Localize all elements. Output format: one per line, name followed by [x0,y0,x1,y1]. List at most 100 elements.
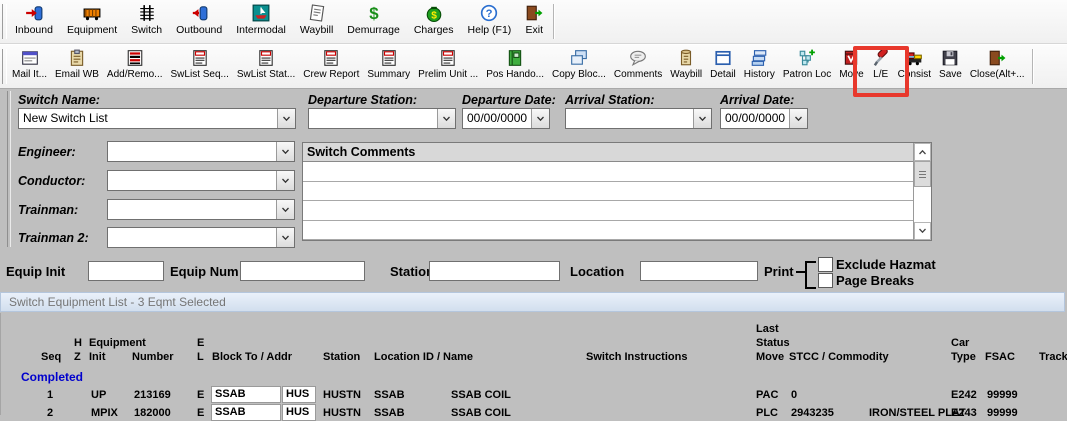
comments-scrollbar[interactable] [913,143,931,240]
thumb-grip-icon [919,170,926,178]
intermodal-button[interactable]: Intermodal [229,0,293,43]
add-remove-button[interactable]: Add/Remo... [103,45,167,88]
detail-button[interactable]: Detail [706,45,740,88]
col-location: Location ID / Name [374,351,474,363]
trainman2-combobox[interactable] [107,227,295,248]
addr-cell[interactable]: HUS [282,404,316,421]
arrival-date-label: Arrival Date: [720,93,795,107]
engineer-combobox[interactable] [107,141,295,162]
exit-button[interactable]: Exit [518,0,550,43]
switch-name-label: Switch Name: [18,93,100,107]
copy-block-button[interactable]: Copy Bloc... [548,45,610,88]
swlist-seq-button[interactable]: SwList Seq... [167,45,233,88]
departure-date-picker[interactable]: 00/00/0000 [462,108,550,129]
dropdown-button[interactable] [276,171,294,190]
switch-button[interactable]: Switch [124,0,169,43]
block-to-cell[interactable]: SSAB [211,386,281,403]
help-button[interactable]: ? Help (F1) [461,0,519,43]
dropdown-button[interactable] [276,228,294,247]
dropdown-button[interactable] [437,109,455,128]
dropdown-button[interactable] [531,109,549,128]
move-button[interactable]: Move [835,45,867,88]
row-stcc: 0 [791,389,798,401]
trainman-label: Trainman: [18,203,79,217]
comment-row[interactable] [303,220,913,241]
trainman-combobox[interactable] [107,199,295,220]
window-icon [715,50,731,66]
help-label: Help (F1) [467,24,512,36]
dropdown-button[interactable] [693,109,711,128]
scrollbar-thumb[interactable] [914,161,931,187]
addr-cell[interactable]: HUS [282,386,316,403]
dropdown-button[interactable] [276,142,294,161]
conductor-combobox[interactable] [107,170,295,191]
chevron-down-icon [283,116,290,121]
le-button[interactable]: L/E [852,45,909,97]
email-wb-button[interactable]: Email WB [51,45,103,88]
col-move: Move [756,351,785,363]
conductor-value [108,171,276,190]
col-l: L [197,351,204,363]
comment-row[interactable] [303,201,913,221]
page-breaks-checkbox[interactable] [818,273,833,288]
outbound-button[interactable]: Outbound [169,0,229,43]
comments-button[interactable]: Comments [610,45,666,88]
demurrage-label: Demurrage [347,24,400,36]
exclude-hazmat-checkbox[interactable] [818,257,833,272]
toolbar-separator [553,4,555,39]
pos-handoff-label: Pos Hando... [486,69,544,80]
switch-icon [139,5,154,21]
inbound-button[interactable]: Inbound [8,0,60,43]
row-number: 213169 [134,389,171,401]
swlist-stat-button[interactable]: SwList Stat... [233,45,299,88]
history-button[interactable]: History [740,45,779,88]
panel-left-edge [7,91,11,247]
equipment-list-title-bar: Switch Equipment List - 3 Eqmt Selected [0,292,1065,312]
toolbar-grip[interactable] [2,49,7,84]
demurrage-button[interactable]: $ Demurrage [340,0,407,43]
row-stcc: 2943235 [791,407,834,419]
save-button[interactable]: Save [935,45,966,88]
comment-row[interactable] [303,162,913,182]
dropdown-button[interactable] [277,109,295,128]
waybill-button[interactable]: Waybill [293,0,340,43]
station-input[interactable] [429,261,560,281]
block-to-cell[interactable]: SSAB [211,404,281,421]
waybill-2-button[interactable]: Waybill [666,45,706,88]
scroll-up-button[interactable] [914,143,931,161]
mail-it-button[interactable]: Mail It... [8,45,51,88]
departure-station-combobox[interactable] [308,108,456,129]
dropdown-button[interactable] [789,109,807,128]
train-consist-icon [907,52,923,66]
arrival-station-combobox[interactable] [565,108,712,129]
col-fsac: FSAC [985,351,1015,363]
close-button[interactable]: Close(Alt+... [966,45,1029,88]
prelim-unit-button[interactable]: Prelim Unit ... [414,45,482,88]
page-breaks-label: Page Breaks [836,273,915,288]
summary-button[interactable]: Summary [363,45,414,88]
charges-button[interactable]: $ Charges [407,0,461,43]
crew-report-button[interactable]: Crew Report [299,45,363,88]
row-init: UP [91,389,107,401]
col-e: E [197,337,205,349]
patron-loc-button[interactable]: Patron Loc [779,45,835,88]
equip-num-input[interactable] [240,261,365,281]
dropdown-button[interactable] [276,200,294,219]
consist-button[interactable]: Consist [894,45,935,88]
location-input[interactable] [640,261,758,281]
switch-name-combobox[interactable]: New Switch List [18,108,296,129]
toolbar-grip[interactable] [2,4,7,39]
scroll-down-button[interactable] [914,222,931,240]
arrival-station-label: Arrival Station: [565,93,655,107]
scroll-track[interactable] [914,187,931,222]
arrival-date-picker[interactable]: 00/00/0000 [720,108,808,129]
report-icon [192,50,207,66]
stacked-windows-icon [751,50,767,66]
equipment-button[interactable]: Equipment [60,0,124,43]
pos-handoff-button[interactable]: Pos Hando... [482,45,548,88]
equip-init-input[interactable] [88,261,164,281]
exit-label: Exit [525,24,544,36]
switch-toolbar: Mail It... Email WB Add/Remo... SwList S… [0,44,1067,97]
comment-row[interactable] [303,181,913,202]
report-icon [324,50,339,66]
